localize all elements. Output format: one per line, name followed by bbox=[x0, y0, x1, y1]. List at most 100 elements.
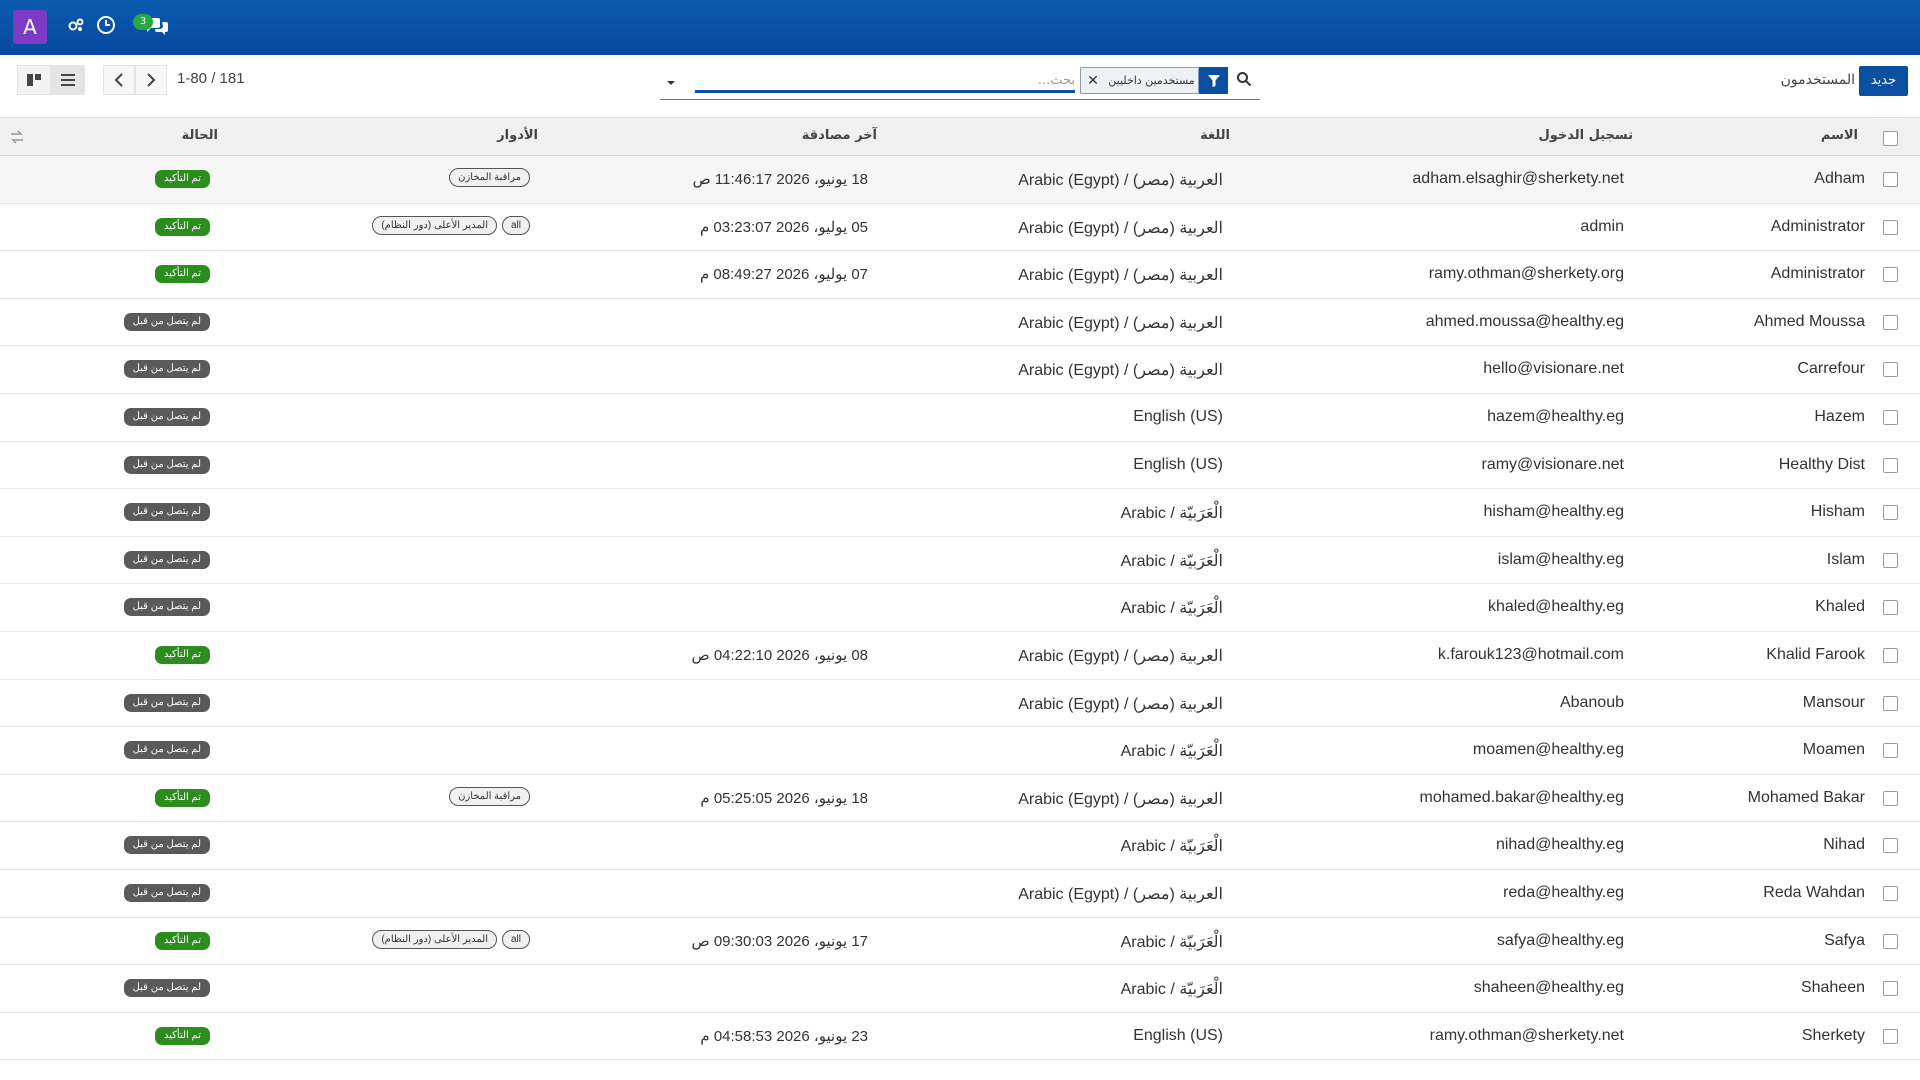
status-badge: لم يتصل من قبل bbox=[123, 741, 210, 760]
remove-facet-icon[interactable]: ✕ bbox=[1081, 73, 1105, 89]
table-row[interactable]: Mohamed Bakar mohamed.bakar@healthy.eg Ara… bbox=[0, 775, 1920, 823]
user-language: English (US) bbox=[1133, 1026, 1223, 1044]
user-status: لم يتصل من قبل bbox=[123, 406, 210, 426]
user-language: Arabic (Egypt) / العربية (مصر) bbox=[1018, 267, 1223, 285]
user-name: Healthy Dist bbox=[1778, 455, 1865, 473]
user-name: Islam bbox=[1826, 550, 1865, 568]
optional-columns-toggle-icon[interactable] bbox=[10, 129, 24, 144]
table-row[interactable]: Safya safya@healthy.eg Arabic / الْعَرَبيّ… bbox=[0, 918, 1920, 966]
pager-value[interactable]: 1-80 / 181 bbox=[177, 70, 245, 87]
row-checkbox[interactable] bbox=[1883, 267, 1898, 283]
user-name: Ahmed Moussa bbox=[1753, 312, 1865, 330]
select-all-checkbox[interactable] bbox=[1883, 131, 1898, 146]
row-checkbox[interactable] bbox=[1883, 409, 1898, 425]
pager-previous-button[interactable] bbox=[103, 65, 135, 95]
row-checkbox[interactable] bbox=[1883, 362, 1898, 378]
user-name: Administrator bbox=[1770, 217, 1865, 235]
row-checkbox[interactable] bbox=[1883, 743, 1898, 759]
status-badge: لم يتصل من قبل bbox=[123, 503, 210, 522]
row-checkbox[interactable] bbox=[1883, 790, 1898, 806]
table-row[interactable]: Khalid Farook k.farouk123@hotmail.com Arab… bbox=[0, 632, 1920, 680]
table-row[interactable]: Healthy Dist ramy@visionare.net English (U… bbox=[0, 442, 1920, 490]
debug-icon[interactable] bbox=[66, 15, 88, 37]
pager-next-button[interactable] bbox=[135, 65, 167, 95]
user-login: hisham@healthy.eg bbox=[1483, 503, 1624, 521]
user-login: islam@healthy.eg bbox=[1497, 550, 1624, 568]
table-row[interactable]: Carrefour hello@visionare.net Arabic (Egyp… bbox=[0, 346, 1920, 394]
status-badge: تم التأكيد bbox=[154, 170, 210, 188]
list-view-button[interactable] bbox=[51, 65, 85, 95]
row-checkbox[interactable] bbox=[1883, 647, 1898, 663]
user-status: تم التأكيد bbox=[154, 930, 210, 950]
table-row[interactable]: Khaled khaled@healthy.eg Arabic / الْعَرَب… bbox=[0, 584, 1920, 632]
user-name: Shaheen bbox=[1800, 979, 1865, 997]
user-login: moamen@healthy.eg bbox=[1472, 741, 1624, 759]
row-checkbox[interactable] bbox=[1883, 600, 1898, 616]
row-checkbox[interactable] bbox=[1883, 933, 1898, 949]
table-row[interactable]: Adham adham.elsaghir@sherkety.net Arabic (… bbox=[0, 156, 1920, 204]
column-header-language[interactable]: اللغة bbox=[1200, 128, 1230, 143]
user-roles: مراقبة المخازن bbox=[449, 786, 530, 806]
table-row[interactable]: Hisham hisham@healthy.eg Arabic / الْعَرَب… bbox=[0, 489, 1920, 537]
status-badge: تم التأكيد bbox=[154, 217, 210, 236]
user-name: Moamen bbox=[1802, 741, 1865, 759]
search-underline bbox=[660, 99, 1260, 100]
table-row[interactable]: Islam islam@healthy.eg Arabic / الْعَرَبيّ… bbox=[0, 537, 1920, 585]
search-focus-line bbox=[695, 90, 1075, 93]
table-row[interactable]: Shaheen shaheen@healthy.eg Arabic / الْعَر… bbox=[0, 965, 1920, 1013]
column-header-roles[interactable]: الأدوار bbox=[497, 128, 538, 143]
user-last-auth: 05 يوليو، 2026 03:23:07 م bbox=[699, 218, 868, 236]
row-checkbox[interactable] bbox=[1883, 172, 1898, 187]
search-options-caret-icon[interactable] bbox=[665, 74, 677, 86]
user-login: khaled@healthy.eg bbox=[1487, 598, 1624, 616]
row-checkbox[interactable] bbox=[1883, 1028, 1898, 1044]
top-navbar: A 3 bbox=[0, 0, 1920, 55]
table-row[interactable]: Administrator ramy.othman@sherkety.org Ara… bbox=[0, 251, 1920, 299]
row-checkbox[interactable] bbox=[1883, 695, 1898, 711]
table-row[interactable]: Moamen moamen@healthy.eg Arabic / الْعَرَب… bbox=[0, 727, 1920, 775]
search-facet[interactable]: ✕ مستخدمين داخليين bbox=[1080, 67, 1199, 94]
user-name: Hisham bbox=[1810, 503, 1865, 521]
new-user-button[interactable]: جديد bbox=[1859, 66, 1908, 96]
status-badge: تم التأكيد bbox=[154, 788, 210, 807]
search-input[interactable]: بحث... bbox=[695, 73, 1075, 88]
user-avatar[interactable]: A bbox=[13, 10, 47, 44]
column-header-last-auth[interactable]: آخر مصادقة bbox=[802, 128, 877, 143]
column-header-login[interactable]: تسجيل الدخول bbox=[1538, 128, 1633, 143]
row-checkbox[interactable] bbox=[1883, 505, 1898, 521]
kanban-view-button[interactable] bbox=[17, 65, 51, 95]
user-login: adham.elsaghir@sherkety.net bbox=[1412, 170, 1624, 187]
column-header-name[interactable]: الاسم bbox=[1821, 128, 1858, 143]
status-badge: لم يتصل من قبل bbox=[123, 455, 210, 474]
table-row[interactable]: Administrator admin Arabic (Egypt) / العرب… bbox=[0, 204, 1920, 252]
user-language: Arabic / الْعَرَبيّة bbox=[1120, 505, 1223, 523]
table-row[interactable]: Hazem hazem@healthy.eg English (US) لم يتصل… bbox=[0, 394, 1920, 442]
row-checkbox[interactable] bbox=[1883, 981, 1898, 997]
row-checkbox[interactable] bbox=[1883, 885, 1898, 901]
user-last-auth: 23 يونيو، 2026 04:58:53 م bbox=[700, 1027, 868, 1045]
user-login: hazem@healthy.eg bbox=[1487, 407, 1624, 425]
user-language: Arabic / الْعَرَبيّة bbox=[1120, 981, 1223, 999]
table-row[interactable]: Nihad nihad@healthy.eg Arabic / الْعَرَبيّ… bbox=[0, 822, 1920, 870]
user-roles: المدير الأعلى (دور النظام) all bbox=[372, 929, 530, 949]
chevron-right-icon bbox=[147, 73, 156, 87]
user-status: لم يتصل من قبل bbox=[123, 692, 210, 712]
table-row[interactable]: Reda Wahdan reda@healthy.eg Arabic (Egypt)… bbox=[0, 870, 1920, 918]
table-row[interactable]: Mansour Abanoub Arabic (Egypt) / العربية (… bbox=[0, 680, 1920, 728]
user-login: ahmed.moussa@healthy.eg bbox=[1425, 312, 1624, 330]
user-language: English (US) bbox=[1133, 455, 1223, 473]
row-checkbox[interactable] bbox=[1883, 219, 1898, 235]
table-row[interactable]: Ahmed Moussa ahmed.moussa@healthy.eg Arabi… bbox=[0, 299, 1920, 347]
search-icon[interactable] bbox=[1236, 71, 1254, 89]
row-checkbox[interactable] bbox=[1883, 552, 1898, 568]
row-checkbox[interactable] bbox=[1883, 457, 1898, 473]
column-header-status[interactable]: الحالة bbox=[182, 128, 218, 143]
role-tag: مراقبة المخازن bbox=[449, 168, 530, 187]
row-checkbox[interactable] bbox=[1883, 314, 1898, 330]
user-status: لم يتصل من قبل bbox=[123, 549, 210, 569]
row-checkbox[interactable] bbox=[1883, 838, 1898, 854]
user-login: safya@healthy.eg bbox=[1496, 931, 1624, 949]
user-language: Arabic / الْعَرَبيّة bbox=[1120, 838, 1223, 856]
table-row[interactable]: Sherkety ramy.othman@sherkety.net English … bbox=[0, 1013, 1920, 1061]
activity-clock-icon[interactable] bbox=[96, 15, 118, 37]
